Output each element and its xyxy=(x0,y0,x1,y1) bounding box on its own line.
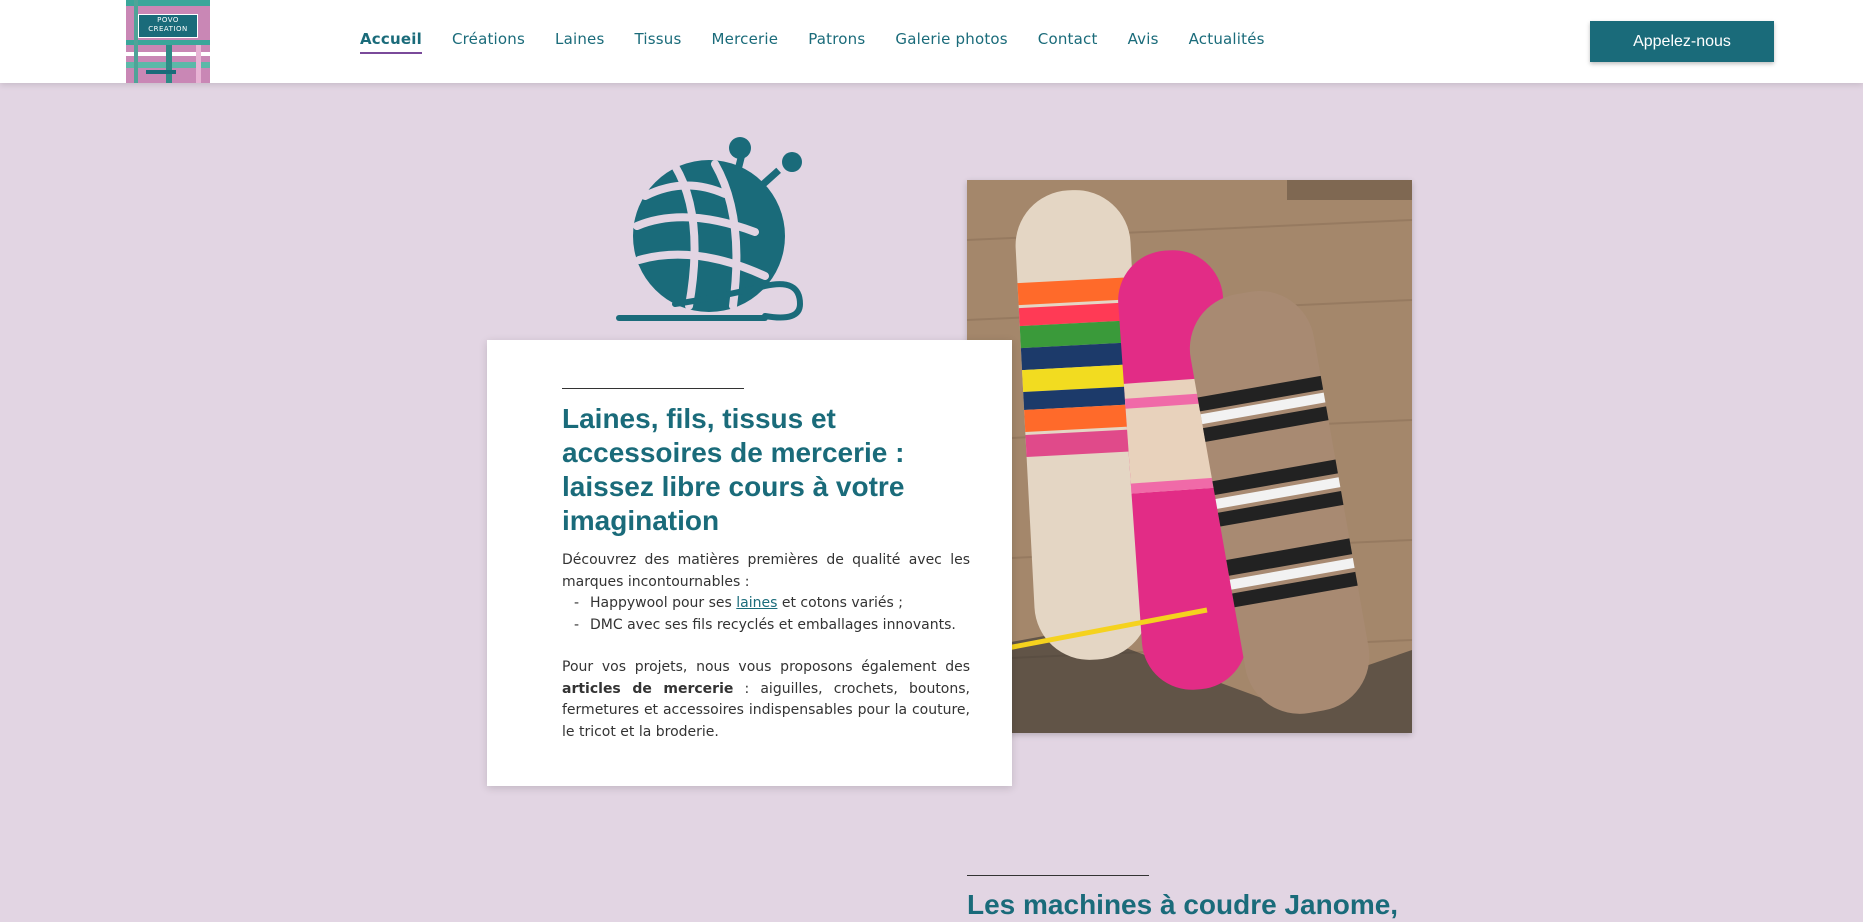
list-item: DMC avec ses fils recyclés et emballages… xyxy=(574,615,970,637)
main-nav: Accueil Créations Laines Tissus Mercerie… xyxy=(360,30,1295,54)
site-logo[interactable]: POVO CREATION xyxy=(126,0,210,83)
knitted-rolls-photo xyxy=(967,180,1412,733)
para-text: Pour vos projets, nous vous proposons ég… xyxy=(562,659,970,675)
title-divider xyxy=(562,388,744,389)
section2-title: Les machines à coudre Janome, xyxy=(967,889,1399,920)
site-header: POVO CREATION Accueil Créations Laines T… xyxy=(0,0,1863,83)
hero-title: Laines, fils, tissus et accessoires de m… xyxy=(562,403,905,536)
nav-accueil[interactable]: Accueil xyxy=(360,30,422,54)
section2-divider xyxy=(967,875,1149,876)
hero-intro: Découvrez des matières premières de qual… xyxy=(562,552,970,590)
list-item-text: Happywool pour ses xyxy=(590,595,737,611)
para-bold: articles de mercerie xyxy=(562,680,734,697)
nav-laines[interactable]: Laines xyxy=(555,30,604,54)
list-item-text: DMC avec ses fils recyclés et emballages… xyxy=(590,616,956,633)
nav-creations[interactable]: Créations xyxy=(452,30,525,54)
call-us-button[interactable]: Appelez-nous xyxy=(1590,21,1774,62)
nav-avis[interactable]: Avis xyxy=(1128,30,1159,54)
yarn-ball-icon xyxy=(616,137,804,321)
nav-contact[interactable]: Contact xyxy=(1038,30,1098,54)
list-item: Happywool pour ses laines et cotons vari… xyxy=(574,593,970,615)
laines-link[interactable]: laines xyxy=(736,595,777,611)
nav-mercerie[interactable]: Mercerie xyxy=(712,30,779,54)
hero-body: Découvrez des matières premières de qual… xyxy=(562,550,970,743)
nav-actualites[interactable]: Actualités xyxy=(1189,30,1265,54)
brand-list: Happywool pour ses laines et cotons vari… xyxy=(562,593,970,636)
intro-card: Laines, fils, tissus et accessoires de m… xyxy=(487,340,1012,786)
logo-text: POVO CREATION xyxy=(148,16,188,33)
nav-patrons[interactable]: Patrons xyxy=(808,30,865,54)
nav-tissus[interactable]: Tissus xyxy=(635,30,682,54)
nav-galerie-photos[interactable]: Galerie photos xyxy=(895,30,1007,54)
hero-paragraph-2: Pour vos projets, nous vous proposons ég… xyxy=(562,657,970,743)
list-item-text: et cotons variés ; xyxy=(777,595,903,611)
